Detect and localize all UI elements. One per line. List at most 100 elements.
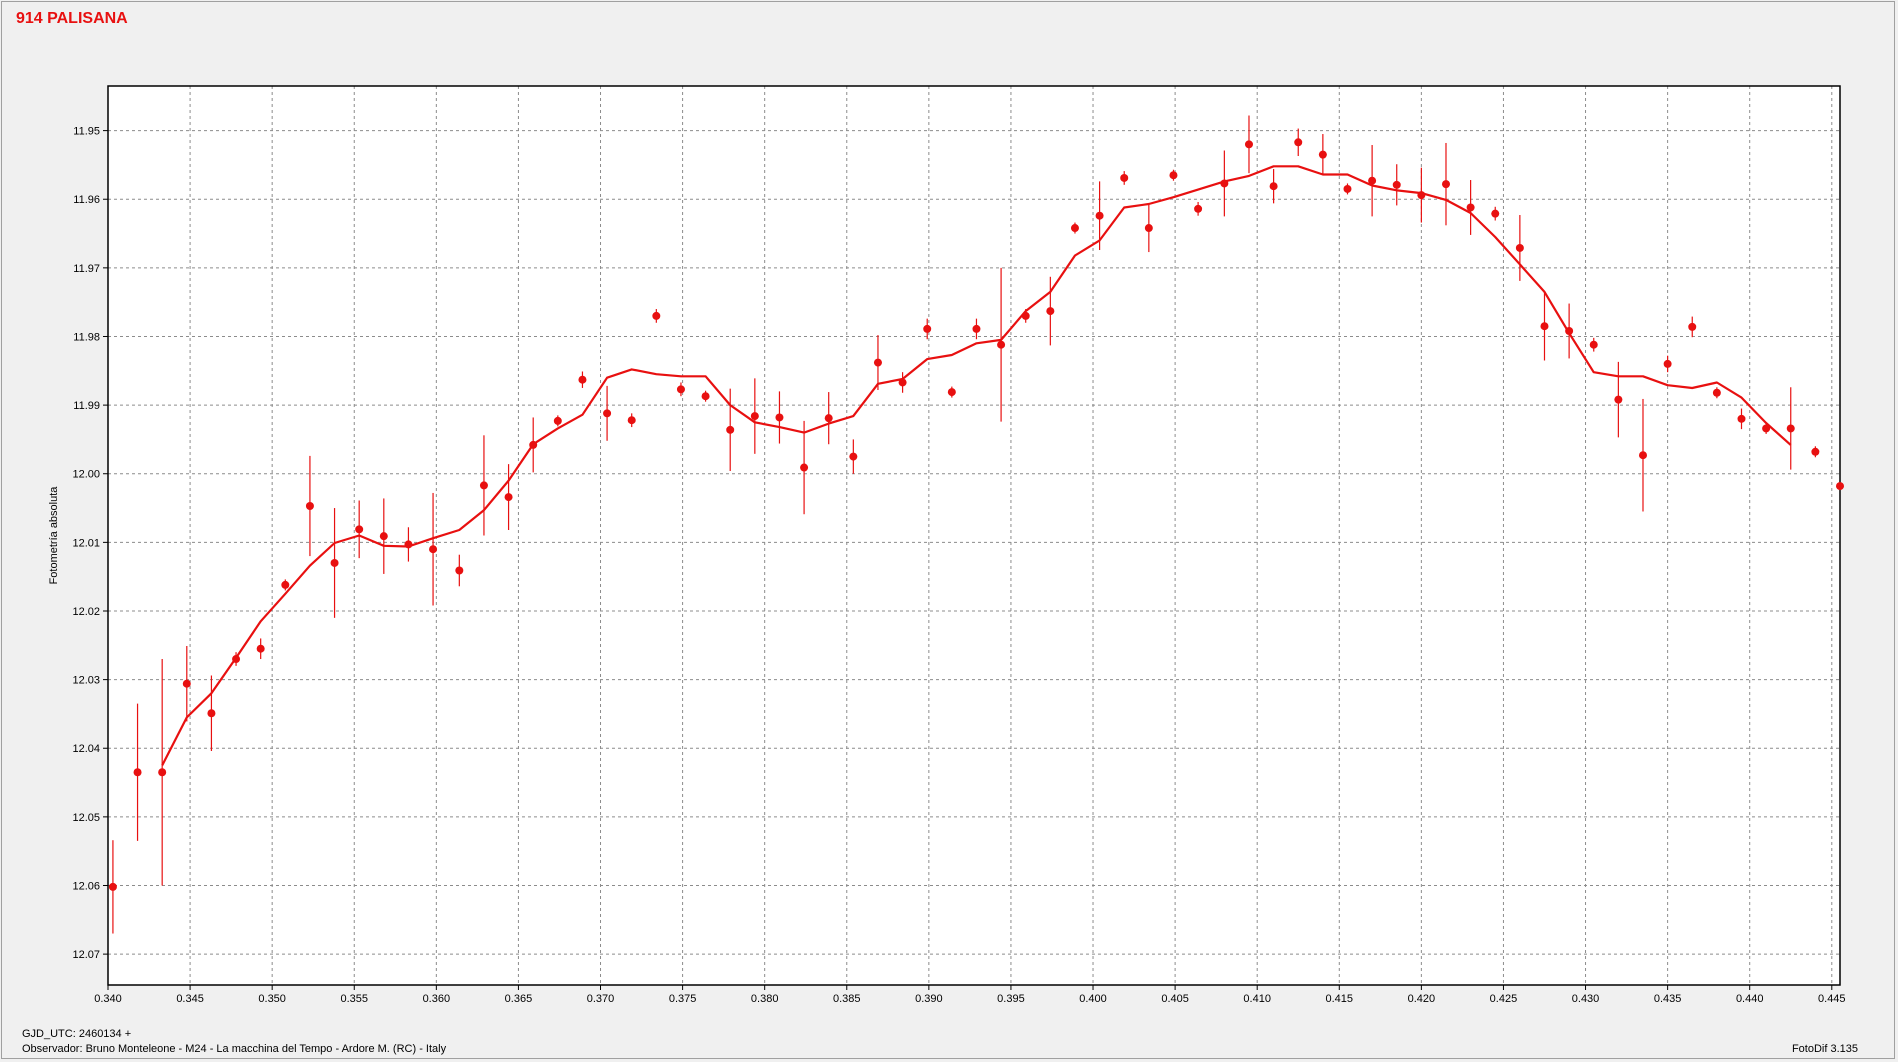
- x-tick-label: 0.380: [751, 993, 779, 1005]
- data-point: [1269, 182, 1278, 191]
- x-tick-label: 0.415: [1326, 993, 1354, 1005]
- data-point: [529, 440, 538, 449]
- data-point: [1565, 326, 1574, 335]
- x-tick-label: 0.445: [1818, 993, 1846, 1005]
- y-tick-label: 12.00: [72, 469, 100, 481]
- data-point: [455, 566, 464, 575]
- x-tick-label: 0.345: [176, 993, 204, 1005]
- data-point: [429, 545, 438, 554]
- y-axis-label: Fotometría absoluta: [48, 486, 60, 585]
- data-point: [1021, 311, 1030, 320]
- data-point: [1095, 211, 1104, 220]
- x-tick-label: 0.410: [1243, 993, 1271, 1005]
- data-point: [330, 558, 339, 567]
- x-axis-label: GJD_UTC: 2460134 +: [22, 1028, 132, 1040]
- x-tick-label: 0.360: [423, 993, 451, 1005]
- x-tick-label: 0.385: [833, 993, 861, 1005]
- y-tick-label: 12.04: [72, 743, 100, 755]
- data-point: [379, 532, 388, 541]
- data-point: [1120, 173, 1129, 182]
- data-point: [1441, 180, 1450, 189]
- y-tick-label: 11.96: [73, 194, 100, 206]
- data-point: [355, 525, 364, 534]
- data-point: [1491, 209, 1500, 218]
- data-point: [627, 416, 636, 425]
- data-point: [1417, 191, 1426, 200]
- data-point: [1368, 176, 1377, 185]
- data-point: [553, 416, 562, 425]
- x-tick-label: 0.420: [1408, 993, 1436, 1005]
- observer-label: Observador: Bruno Monteleone - M24 - La …: [22, 1043, 447, 1055]
- data-point: [182, 679, 191, 688]
- x-tick-label: 0.350: [258, 993, 286, 1005]
- x-tick-label: 0.405: [1161, 993, 1189, 1005]
- data-point: [404, 540, 413, 549]
- x-tick-label: 0.440: [1736, 993, 1764, 1005]
- data-point: [158, 768, 167, 777]
- data-point: [281, 580, 290, 589]
- y-tick-label: 12.01: [72, 537, 100, 549]
- software-version: FotoDif 3.135: [1791, 1043, 1858, 1055]
- data-point: [873, 358, 882, 367]
- x-tick-label: 0.370: [587, 993, 615, 1005]
- plot-area: [108, 86, 1840, 985]
- data-point: [726, 425, 735, 434]
- x-tick-label: 0.375: [669, 993, 697, 1005]
- y-tick-label: 11.99: [73, 400, 100, 412]
- x-tick-label: 0.430: [1572, 993, 1600, 1005]
- data-point: [1663, 359, 1672, 368]
- data-point: [1144, 224, 1153, 233]
- data-point: [676, 385, 685, 394]
- x-tick-label: 0.340: [94, 993, 122, 1005]
- data-point: [1737, 414, 1746, 423]
- data-point: [1318, 150, 1327, 159]
- data-point: [800, 463, 809, 472]
- y-tick-label: 11.95: [73, 126, 100, 138]
- data-point: [207, 709, 216, 718]
- data-point: [479, 481, 488, 490]
- data-point: [1220, 179, 1229, 188]
- y-tick-label: 12.03: [72, 675, 100, 687]
- y-tick-label: 11.97: [73, 263, 100, 275]
- x-tick-label: 0.425: [1490, 993, 1518, 1005]
- data-point: [1169, 171, 1178, 180]
- data-point: [133, 768, 142, 777]
- data-point: [305, 501, 314, 510]
- data-point: [256, 644, 265, 653]
- data-point: [1070, 224, 1079, 233]
- data-point: [652, 311, 661, 320]
- data-point: [775, 413, 784, 422]
- data-point: [1540, 322, 1549, 331]
- data-point: [1343, 184, 1352, 193]
- x-tick-label: 0.395: [997, 993, 1025, 1005]
- data-point: [1614, 395, 1623, 404]
- x-tick-label: 0.435: [1654, 993, 1682, 1005]
- data-point: [947, 388, 956, 397]
- data-point: [849, 452, 858, 461]
- y-tick-label: 12.07: [72, 949, 100, 961]
- data-point: [750, 412, 759, 421]
- data-point: [1046, 307, 1055, 316]
- x-tick-label: 0.400: [1079, 993, 1107, 1005]
- y-tick-label: 12.05: [72, 812, 100, 824]
- data-point: [603, 409, 612, 418]
- data-point: [1688, 322, 1697, 331]
- data-point: [108, 882, 117, 891]
- data-point: [1244, 140, 1253, 149]
- x-tick-label: 0.355: [340, 993, 368, 1005]
- data-point: [504, 493, 513, 502]
- y-tick-label: 12.06: [72, 880, 100, 892]
- data-point: [578, 375, 587, 384]
- x-tick-label: 0.390: [915, 993, 943, 1005]
- data-point: [232, 655, 241, 664]
- data-point: [1294, 138, 1303, 147]
- y-tick-label: 12.02: [72, 606, 100, 618]
- data-point: [997, 340, 1006, 349]
- data-point: [1811, 447, 1820, 456]
- data-point: [1762, 424, 1771, 433]
- data-point: [1194, 204, 1203, 213]
- x-tick-label: 0.365: [505, 993, 533, 1005]
- data-point: [1515, 243, 1524, 252]
- data-point: [898, 378, 907, 387]
- lightcurve-chart: 0.340 0.345 0.350 0.355 0.360 0.365 0.370 0.375…: [48, 85, 1846, 1005]
